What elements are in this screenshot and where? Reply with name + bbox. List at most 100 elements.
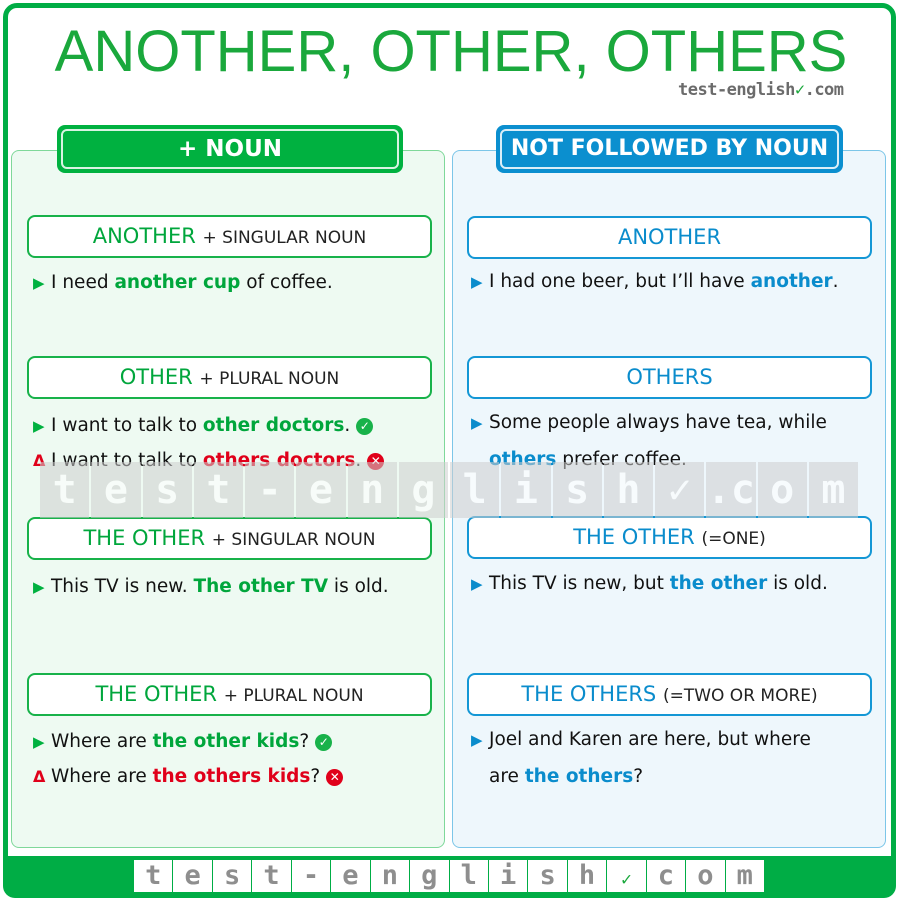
highlight-text: The other TV	[193, 576, 329, 597]
footer-letter: m	[725, 860, 764, 892]
check-icon: ✓	[794, 80, 805, 100]
rule-keyword: OTHERS	[626, 365, 713, 389]
example-text: ?	[299, 731, 310, 752]
rule-box: THE OTHER + PLURAL NOUN	[27, 673, 432, 716]
footer-letter: n	[370, 860, 410, 892]
footer-letter: o	[686, 860, 725, 892]
example-text: are	[489, 766, 525, 787]
example-text: Where are	[51, 731, 153, 752]
example-text: ?	[633, 766, 644, 787]
example-text: .	[832, 271, 839, 292]
example-text: is old.	[767, 573, 828, 594]
example-text: ?	[310, 766, 321, 787]
rule-suffix: (=TWO OR MORE)	[662, 686, 818, 706]
example-line: ▶ I want to talk to other doctors. ✓	[33, 414, 374, 438]
play-bullet-icon: ▶	[471, 414, 483, 432]
rule-box: OTHERS	[467, 356, 872, 399]
watermark-letter: -	[245, 462, 295, 518]
site-logo: test-english✓.com	[678, 80, 844, 100]
example-text: Some people always have tea, while	[489, 412, 827, 433]
play-bullet-icon: ▶	[33, 733, 45, 751]
rule-box: ANOTHER	[467, 216, 872, 259]
watermark-letter: g	[398, 462, 448, 518]
watermark-letter: e	[296, 462, 346, 518]
example-text: is old.	[328, 576, 389, 597]
highlight-text: other doctors	[202, 415, 345, 436]
footer-letter: s	[212, 860, 252, 892]
example-line: are the others?	[471, 765, 643, 789]
play-bullet-icon: ▶	[33, 578, 45, 596]
play-bullet-icon: ▶	[33, 274, 45, 292]
rule-keyword: THE OTHER	[573, 525, 695, 549]
footer-letter: h	[567, 860, 607, 892]
no-noun-header: NOT FOLLOWED BY NOUN	[496, 125, 843, 173]
noun-header: + NOUN	[57, 125, 403, 173]
rule-suffix: (=ONE)	[701, 529, 766, 549]
play-bullet-icon: ▶	[471, 731, 483, 749]
footer-letter: ✓	[607, 860, 646, 892]
highlight-text: the other kids	[152, 731, 300, 752]
highlight-text: the others	[524, 766, 634, 787]
footer-letter: -	[291, 860, 331, 892]
rule-suffix: + SINGULAR NOUN	[202, 228, 367, 248]
watermark-letter: l	[450, 462, 500, 518]
footer-letter: i	[488, 860, 528, 892]
footer-letter: s	[528, 860, 567, 892]
footer-letter: e	[173, 860, 212, 892]
rule-box: THE OTHER + SINGULAR NOUN	[27, 517, 432, 560]
watermark-letter: .c	[706, 462, 756, 518]
check-circle-icon: ✓	[315, 734, 333, 751]
rule-keyword: ANOTHER	[92, 224, 196, 248]
example-text: I need	[51, 272, 115, 293]
no-noun-header-label: NOT FOLLOWED BY NOUN	[500, 129, 839, 169]
rule-keyword: THE OTHER	[83, 526, 206, 550]
example-line: ▶ Some people always have tea, while	[471, 411, 827, 435]
rule-box: THE OTHER (=ONE)	[467, 516, 872, 559]
footer-letter: e	[331, 860, 370, 892]
footer-letter: c	[646, 860, 686, 892]
rule-box: THE OTHERS (=TWO OR MORE)	[467, 673, 872, 716]
rule-keyword: THE OTHER	[95, 682, 218, 706]
watermark-letter: ✓	[655, 462, 705, 518]
example-line: ▶ I had one beer, but I’ll have another.	[471, 270, 839, 294]
example-text: This TV is new, but	[489, 573, 670, 594]
rule-keyword: ANOTHER	[617, 225, 722, 249]
watermark-letter: t	[193, 462, 243, 518]
footer-letter: l	[449, 860, 488, 892]
example-text: of coffee.	[240, 272, 333, 293]
example-line: ▶ Where are the other kids? ✓	[33, 730, 333, 754]
example-line: ▶ I need another cup of coffee.	[33, 271, 333, 295]
highlight-text: another cup	[114, 272, 241, 293]
watermark-letter: h	[603, 462, 653, 518]
rule-suffix: + SINGULAR NOUN	[211, 530, 376, 550]
example-line: ▶ This TV is new, but the other is old.	[471, 572, 828, 596]
rule-box: ANOTHER + SINGULAR NOUN	[27, 215, 432, 258]
rule-keyword: OTHER	[119, 365, 193, 389]
footer-letter: g	[410, 860, 449, 892]
watermark: t e s t - e n g l i s h ✓ .c o m	[40, 462, 858, 518]
play-bullet-icon: ▶	[33, 417, 45, 435]
cross-circle-icon: ✕	[326, 769, 344, 786]
highlight-text: another	[750, 271, 833, 292]
example-text: .	[344, 415, 351, 436]
watermark-letter: t	[40, 462, 90, 518]
footer-letter: t	[134, 860, 173, 892]
example-line: Δ Where are the others kids? ✕	[33, 765, 344, 789]
watermark-letter: s	[552, 462, 602, 518]
play-bullet-icon: ▶	[471, 273, 483, 291]
rule-keyword: THE OTHERS	[521, 682, 657, 706]
example-text: I want to talk to	[51, 415, 203, 436]
play-bullet-icon: ▶	[471, 575, 483, 593]
check-circle-icon: ✓	[356, 418, 374, 435]
example-line: ▶ Joel and Karen are here, but where	[471, 728, 811, 752]
logo-text: test-english	[678, 80, 795, 100]
example-text: Where are	[51, 766, 153, 787]
watermark-letter: e	[91, 462, 141, 518]
rule-box: OTHER + PLURAL NOUN	[27, 356, 432, 399]
watermark-letter: n	[347, 462, 397, 518]
example-text: Joel and Karen are here, but where	[489, 729, 811, 750]
footer-watermark: t e s t - e n g l i s h ✓ c o m	[134, 860, 764, 892]
footer-letter: t	[252, 860, 291, 892]
rule-suffix: + PLURAL NOUN	[199, 369, 340, 389]
watermark-letter: m	[808, 462, 858, 518]
